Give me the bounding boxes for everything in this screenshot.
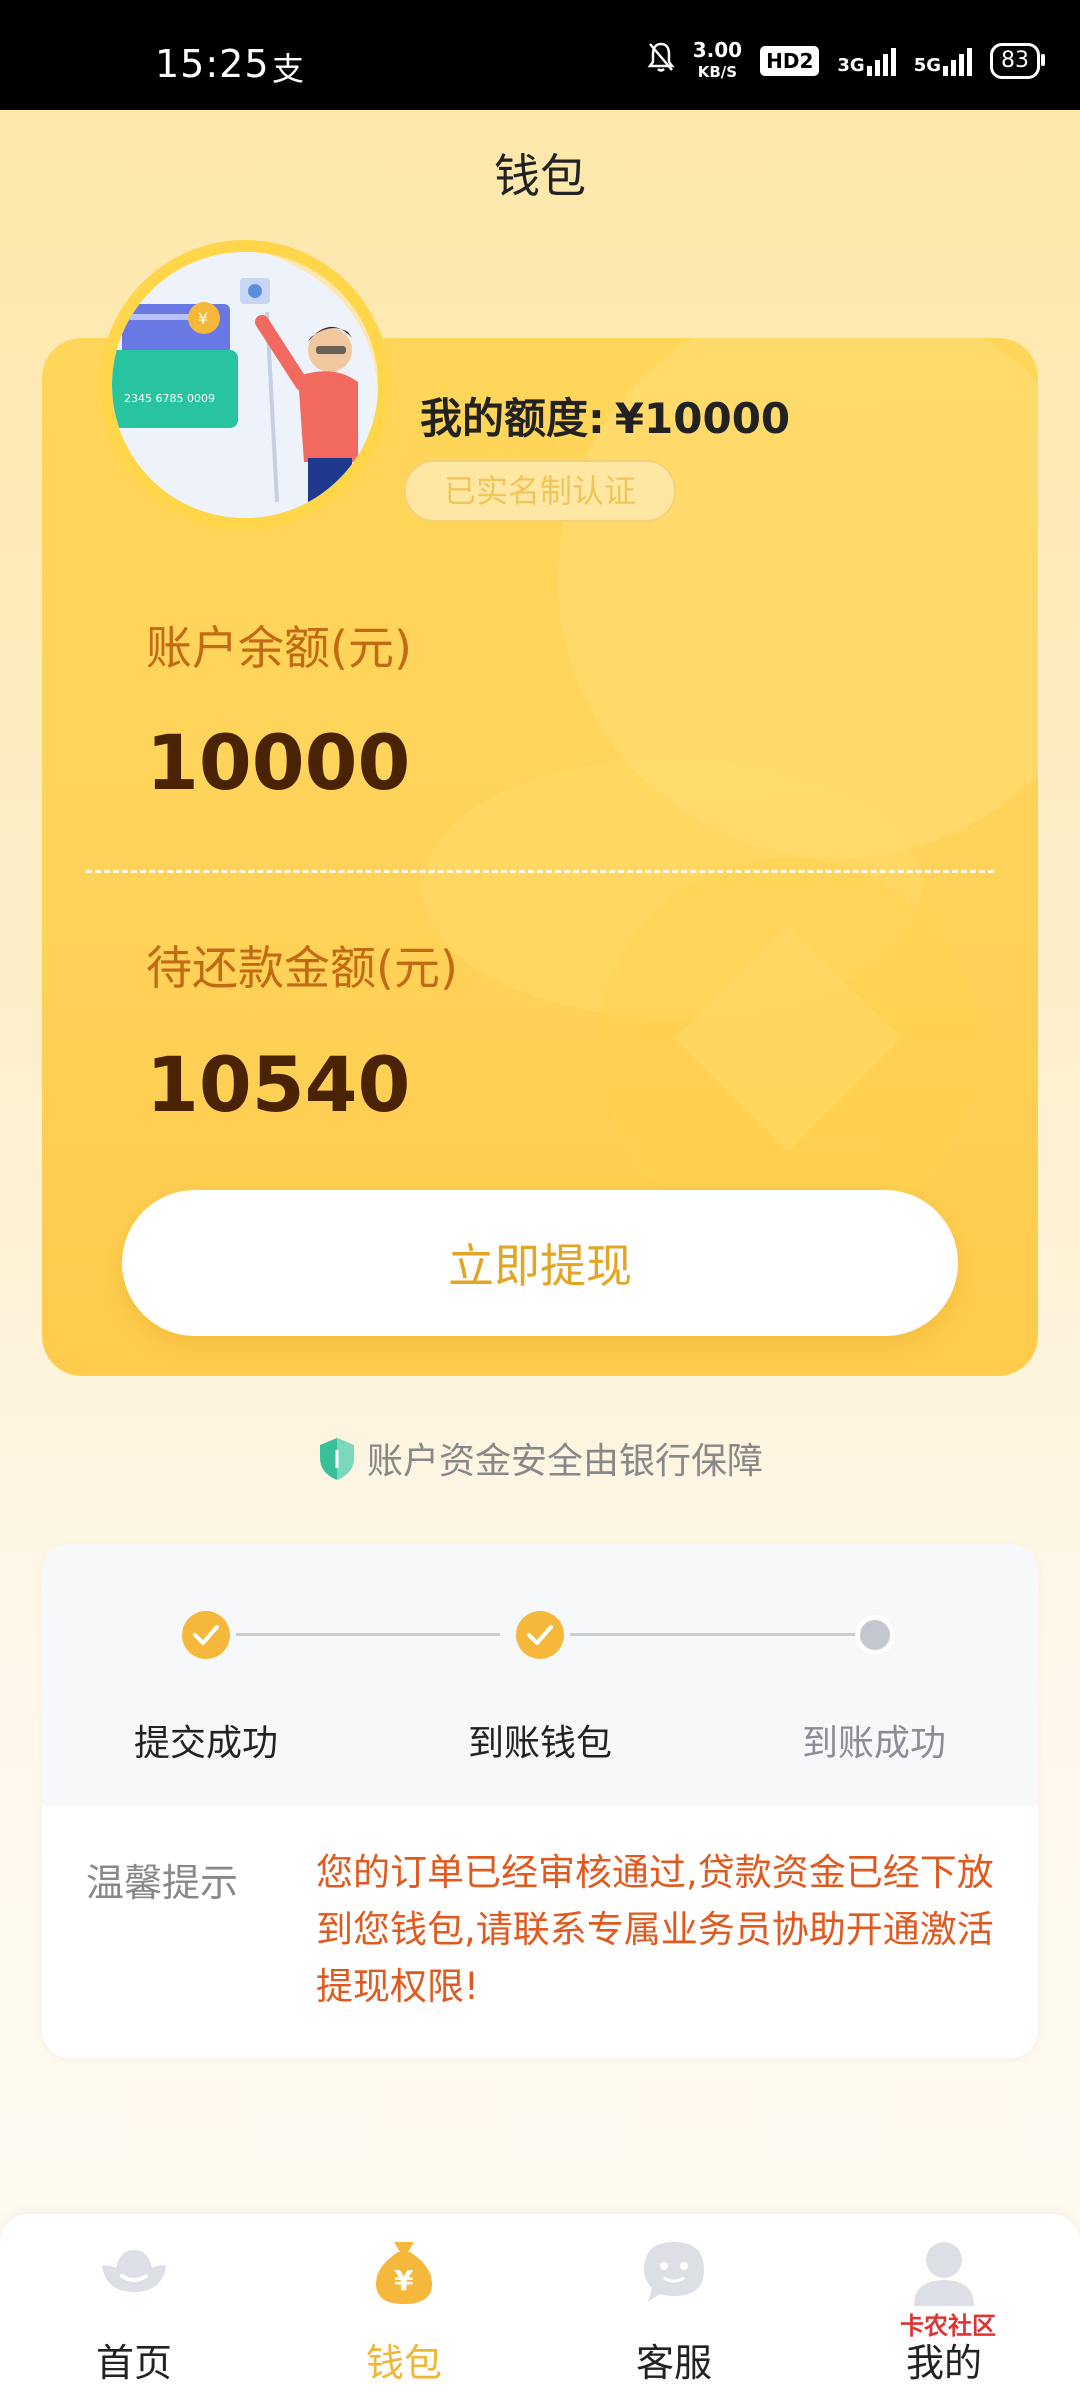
divider (86, 870, 994, 873)
status-bar: 15:25 支 3.00 KB/S HD2 3G 5G 83 (0, 0, 1080, 110)
signal-5g-label: 5G (913, 55, 941, 76)
progress-card: 提交成功 到账钱包 到账成功 温馨提示 您的订单已经审核通过,贷款资金已经下放到… (42, 1544, 1038, 2058)
tip-text: 您的订单已经审核通过,贷款资金已经下放到您钱包,请联系专属业务员协助开通激活提现… (316, 1851, 994, 2008)
status-time: 15:25 (155, 42, 270, 86)
hd-badge: HD2 (760, 46, 820, 76)
svg-text:2345 6785 0009: 2345 6785 0009 (124, 392, 215, 405)
withdraw-button[interactable]: 立即提现 (122, 1190, 958, 1336)
nav-item-home[interactable]: 首页 (34, 2214, 234, 2400)
balance-label: 账户余额(元) (146, 621, 412, 675)
user-icon (914, 2242, 974, 2306)
security-note: 账户资金安全由银行保障 (0, 1432, 1080, 1491)
step-done-check-icon (516, 1611, 564, 1659)
page-title: 钱包 (494, 149, 586, 203)
status-icons: 3.00 KB/S HD2 3G 5G 83 (647, 36, 1045, 86)
quota-label: 我的额度: (420, 394, 605, 443)
step-label: 到账钱包 (467, 1723, 612, 1764)
money-bag-icon: ¥ (376, 2242, 432, 2304)
quota-value: ¥10000 (614, 394, 791, 443)
svg-text:¥: ¥ (394, 2264, 414, 2297)
repay-value: 10540 (146, 1040, 411, 1129)
nav-label: 钱包 (365, 2341, 442, 2385)
net-speed: 3.00 KB/S (693, 40, 742, 82)
nav-label: 客服 (635, 2341, 712, 2385)
step-connector (236, 1633, 500, 1636)
chat-bubble-icon (644, 2242, 704, 2302)
nav-item-service[interactable]: 客服 (574, 2214, 774, 2400)
progress-steps: 提交成功 到账钱包 到账成功 (42, 1544, 1038, 1806)
watermark: 卡农社区 (900, 2312, 996, 2340)
security-text: 账户资金安全由银行保障 (366, 1441, 763, 1482)
wallet-illustration: 2345 6785 0009 ¥ (100, 240, 390, 530)
signal-3g-label: 3G (837, 55, 865, 76)
nav-item-wallet[interactable]: ¥ 钱包 (304, 2214, 504, 2400)
repay-label: 待还款金额(元) (146, 941, 458, 995)
svg-text:¥: ¥ (198, 309, 208, 328)
tip-label: 温馨提示 (86, 1861, 239, 1905)
step-connector (570, 1633, 872, 1636)
step-label: 到账成功 (801, 1723, 946, 1764)
signal-5g-icon: 5G (914, 46, 972, 76)
signal-3g-icon: 3G (837, 46, 896, 76)
verified-badge: 已实名制认证 (404, 460, 676, 522)
alipay-icon: 支 (272, 50, 305, 88)
credit-quota: 我的额度: ¥10000 (420, 385, 790, 446)
balance-value: 10000 (146, 718, 411, 807)
shield-icon (317, 1436, 357, 1491)
net-speed-unit: KB/S (697, 63, 738, 81)
ingot-icon (102, 2250, 166, 2292)
net-speed-value: 3.00 (692, 38, 743, 62)
battery-icon: 83 (990, 43, 1045, 79)
bell-muted-icon (647, 41, 675, 81)
step-label: 提交成功 (133, 1723, 278, 1764)
nav-label: 首页 (95, 2341, 172, 2385)
step-pending-dot-icon (860, 1620, 890, 1650)
step-done-check-icon (182, 1611, 230, 1659)
